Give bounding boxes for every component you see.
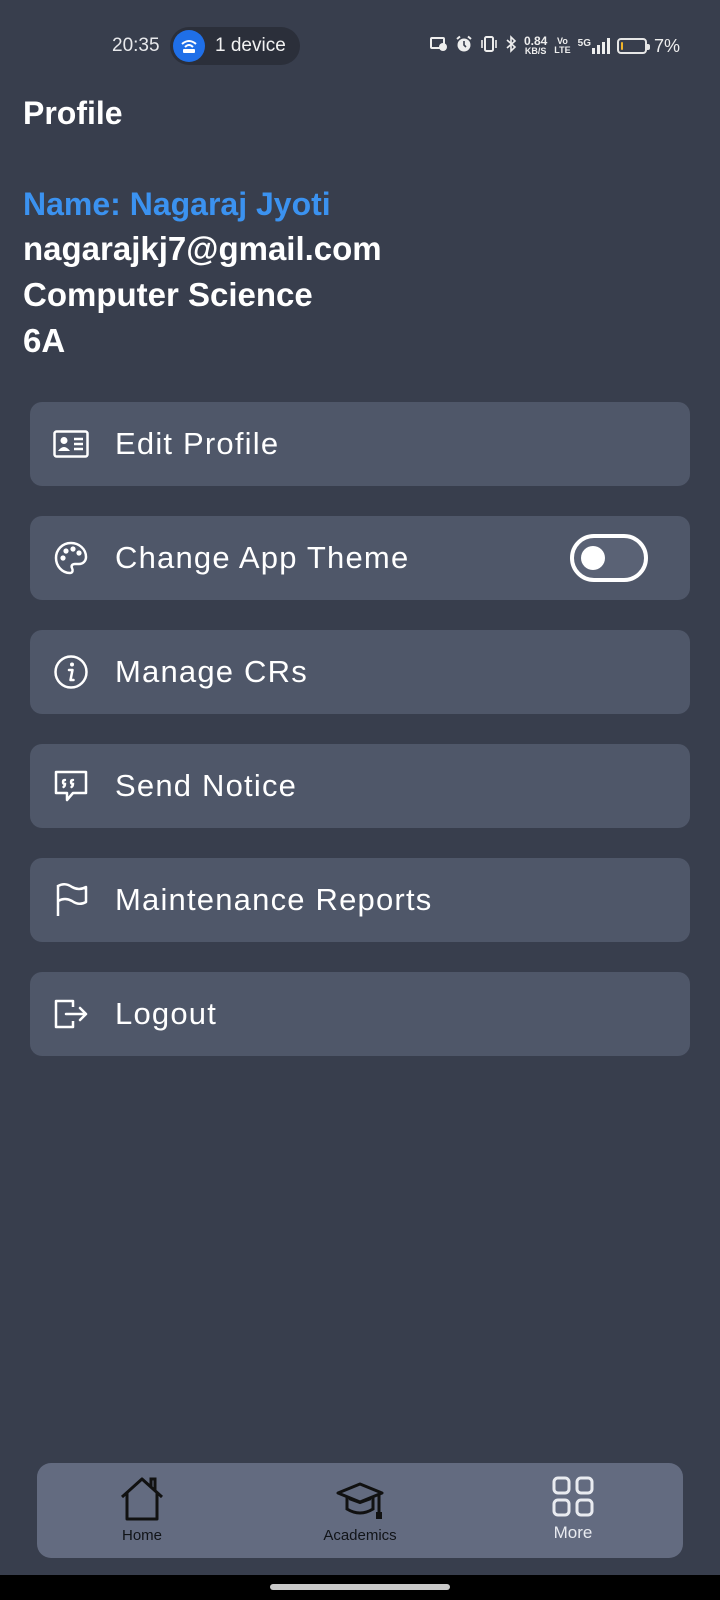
quote-bubble-icon <box>52 768 90 804</box>
vibrate-icon <box>480 35 498 57</box>
alarm-icon <box>455 35 473 58</box>
edit-profile-button[interactable]: Edit Profile <box>30 402 690 486</box>
graduation-cap-icon <box>335 1475 385 1523</box>
volte-bottom: LTE <box>554 45 571 55</box>
network-type: 5G <box>577 38 591 49</box>
nav-academics-label: Academics <box>323 1527 397 1544</box>
maintenance-reports-label: Maintenance Reports <box>115 882 433 917</box>
profile-department: Computer Science <box>23 276 313 313</box>
manage-crs-label: Manage CRs <box>115 654 308 689</box>
nav-more[interactable]: More <box>493 1463 653 1558</box>
id-card-icon <box>52 426 90 462</box>
theme-toggle-switch[interactable] <box>570 534 648 582</box>
change-app-theme-label: Change App Theme <box>115 540 410 575</box>
status-bar: 20:35 1 device 0.84 KB/S Vo LTE 5G 7% <box>0 0 720 92</box>
home-icon <box>117 1475 167 1523</box>
profile-name: Name: Nagaraj Jyoti <box>23 186 331 222</box>
logout-button[interactable]: Logout <box>30 972 690 1056</box>
profile-email: nagarajkj7@gmail.com <box>23 230 382 267</box>
profile-screen: 20:35 1 device 0.84 KB/S Vo LTE 5G 7% Pr… <box>0 0 720 1600</box>
page-title: Profile <box>23 95 123 131</box>
send-notice-label: Send Notice <box>115 768 298 803</box>
nav-home-label: Home <box>121 1527 162 1544</box>
nav-more-label: More <box>553 1523 593 1542</box>
send-notice-button[interactable]: Send Notice <box>30 744 690 828</box>
logout-icon <box>52 996 90 1032</box>
change-app-theme-item[interactable]: Change App Theme <box>30 516 690 600</box>
net-speed-unit: KB/S <box>524 46 547 56</box>
battery-icon <box>616 38 650 54</box>
status-icons: 0.84 KB/S Vo LTE 5G 7% <box>429 34 680 58</box>
nav-home[interactable]: Home <box>62 1463 222 1558</box>
cast-icon <box>429 36 448 57</box>
status-time: 20:35 <box>112 35 160 56</box>
hotspot-indicator[interactable]: 1 device <box>170 27 300 65</box>
nav-academics[interactable]: Academics <box>280 1463 440 1558</box>
volte-indicator: Vo LTE <box>554 37 570 55</box>
signal-indicator: 5G <box>578 38 610 54</box>
edit-profile-label: Edit Profile <box>115 426 280 461</box>
toggle-knob <box>581 546 605 570</box>
battery-percent: 7% <box>653 35 680 56</box>
hotspot-icon <box>173 30 205 62</box>
maintenance-reports-button[interactable]: Maintenance Reports <box>30 858 690 942</box>
grid-icon <box>548 1475 598 1523</box>
hotspot-label: 1 device <box>215 35 286 56</box>
info-icon <box>52 654 90 690</box>
profile-section: 6A <box>23 322 66 359</box>
profile-info: Name: Nagaraj Jyoti nagarajkj7@gmail.com… <box>23 182 382 364</box>
logout-label: Logout <box>115 996 218 1031</box>
gesture-handle[interactable] <box>270 1584 450 1590</box>
palette-icon <box>52 540 90 576</box>
bottom-nav: Home Academics More <box>37 1463 683 1558</box>
battery-level <box>620 42 623 50</box>
flag-icon <box>52 882 90 918</box>
signal-icon <box>591 38 610 54</box>
profile-menu: Edit Profile Change App Theme Manage CRs… <box>30 402 690 1086</box>
system-navigation-bar <box>0 1575 720 1600</box>
bluetooth-icon <box>505 34 517 58</box>
net-speed: 0.84 KB/S <box>524 35 547 56</box>
manage-crs-button[interactable]: Manage CRs <box>30 630 690 714</box>
